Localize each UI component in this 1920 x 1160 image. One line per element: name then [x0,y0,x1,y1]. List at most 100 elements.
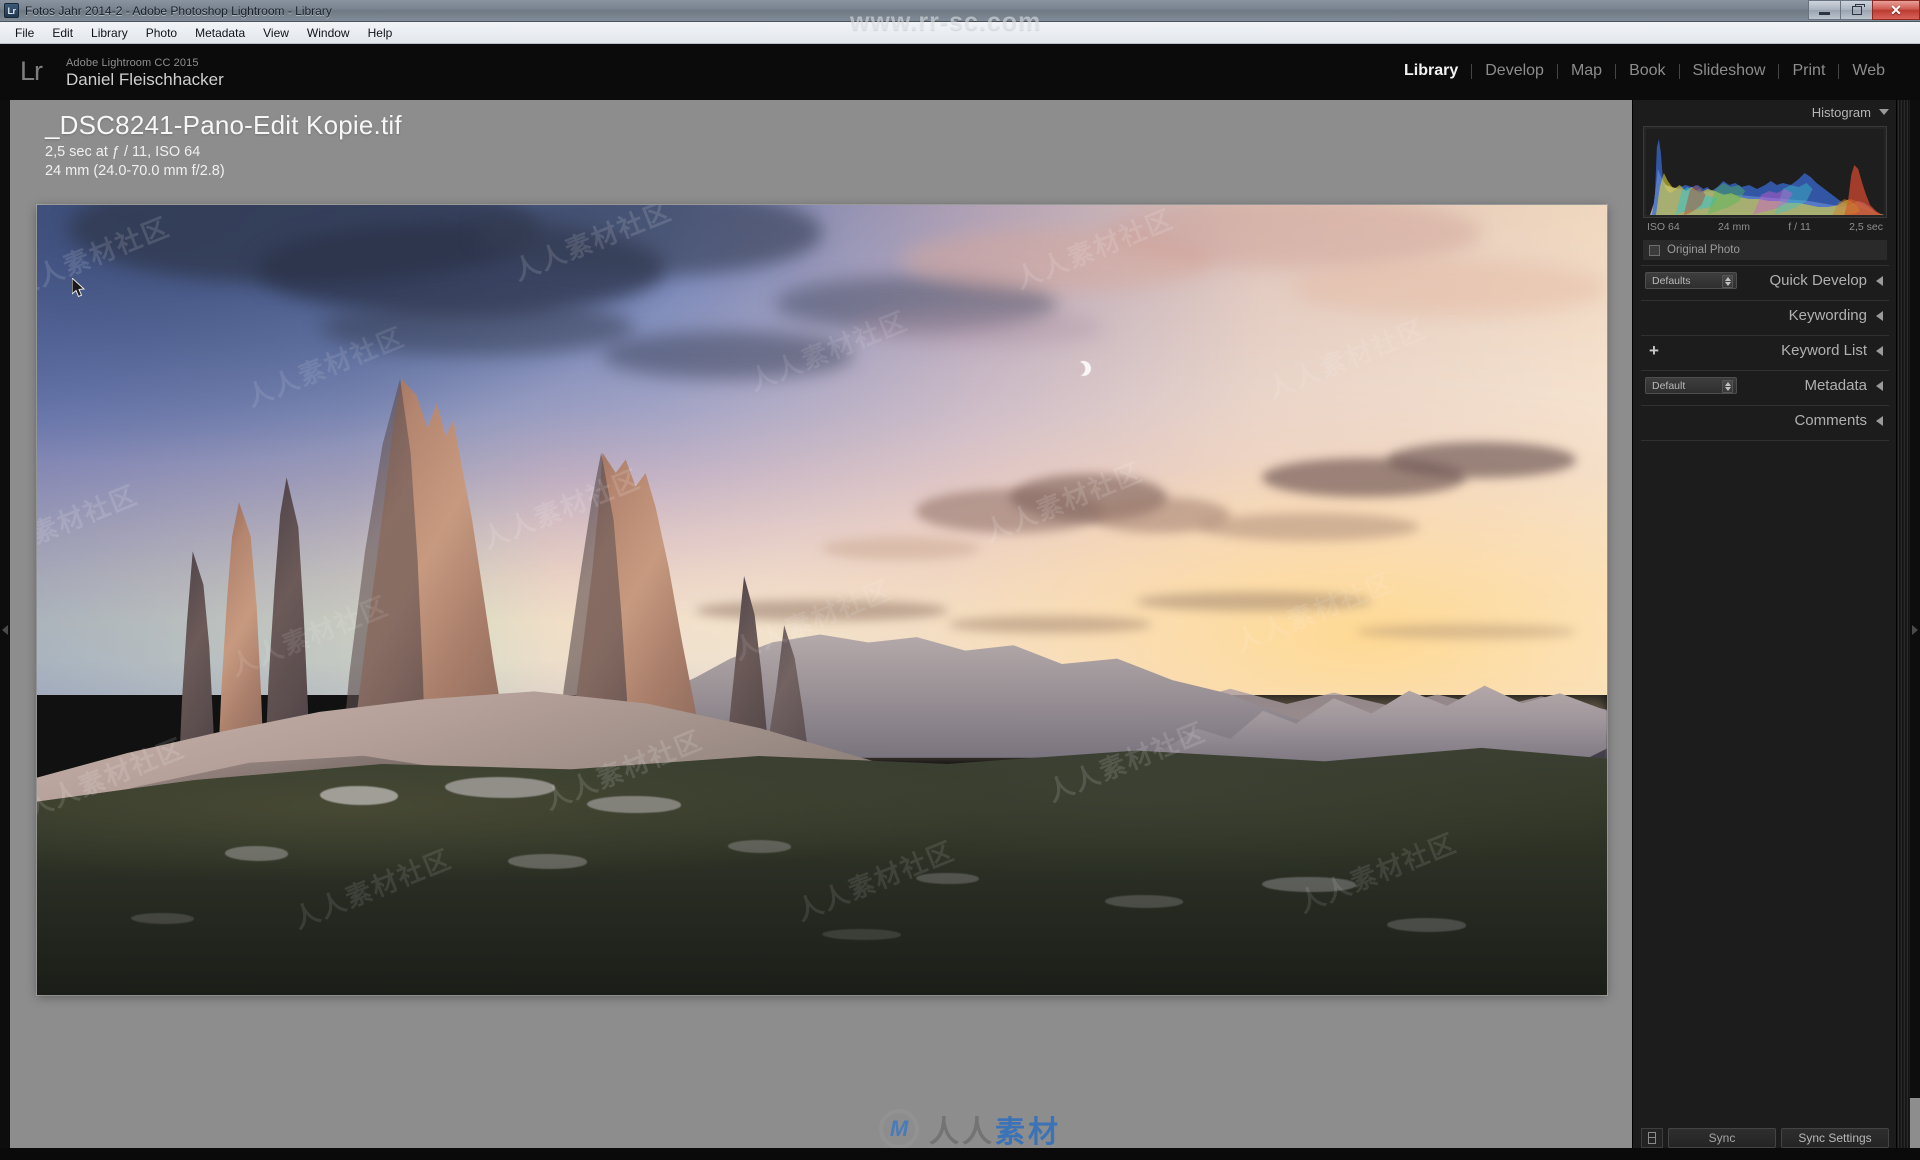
module-map[interactable]: Map [1558,62,1615,80]
histogram-panel[interactable] [1643,126,1887,218]
metadata-title: Metadata [1804,377,1867,394]
cloud [1136,592,1372,612]
rock [225,846,289,861]
lightroom-header: Lr Adobe Lightroom CC 2015 Daniel Fleisc… [0,44,1920,100]
menu-view[interactable]: View [254,24,298,42]
right-panel-toggle[interactable] [1910,100,1920,1160]
cloud [1387,442,1576,478]
main-content: _DSC8241-Pano-Edit Kopie.tif 2,5 sec at … [0,100,1920,1160]
histogram-title: Histogram [1811,104,1871,120]
cloud [853,307,1105,348]
maximize-button[interactable] [1840,0,1872,20]
quick-develop-preset-value: Defaults [1652,274,1691,287]
histogram-header[interactable]: Histogram [1633,100,1897,124]
cloud [319,299,634,356]
rock [445,776,556,798]
histogram-metadata: ISO 64 24 mm f / 11 2,5 sec [1643,221,1887,237]
histogram-aperture: f / 11 [1788,221,1811,233]
identity-plate: Adobe Lightroom CC 2015 Daniel Fleischha… [66,57,224,90]
watermark-m-icon: M [889,1116,909,1141]
panel-divider [1641,440,1889,441]
module-web[interactable]: Web [1839,62,1898,80]
photo-lens-info: 24 mm (24.0-70.0 mm f/2.8) [45,163,225,179]
menu-metadata[interactable]: Metadata [186,24,254,42]
cloud [1293,260,1607,316]
sync-button[interactable]: Sync [1668,1128,1776,1148]
lightroom-logo: Lr [20,56,43,86]
window-titlebar: Lr Fotos Jahr 2014-2 - Adobe Photoshop L… [0,0,1920,22]
window-controls: ✕ [1808,0,1920,21]
menu-library[interactable]: Library [82,24,137,42]
plus-icon[interactable]: + [1649,342,1659,359]
menu-help[interactable]: Help [359,24,402,42]
section-keyword-list[interactable]: + Keyword List [1641,336,1889,365]
menu-bar: File Edit Library Photo Metadata View Wi… [0,22,1920,44]
chevron-down-icon[interactable] [1879,109,1889,115]
menu-photo[interactable]: Photo [137,24,186,42]
histogram-focal: 24 mm [1717,221,1751,233]
window-title: Fotos Jahr 2014-2 - Adobe Photoshop Ligh… [25,3,332,18]
app-icon: Lr [4,3,19,18]
left-panel-toggle[interactable] [0,100,10,1160]
right-panel-scrollbar[interactable] [1896,100,1910,1160]
module-picker: Library Develop Map Book Slideshow Print… [1391,62,1898,80]
chevron-left-icon[interactable] [1876,275,1883,286]
chevron-left-icon[interactable] [1876,345,1883,356]
photo-frame[interactable]: 人人素材社区 人人素材社区 人人素材社区 人人素材社区 人人素材社区 人人素材社… [37,205,1607,995]
section-quick-develop[interactable]: Defaults Quick Develop [1641,266,1889,295]
module-library[interactable]: Library [1391,62,1471,80]
comments-title: Comments [1794,412,1867,429]
module-book[interactable]: Book [1616,62,1678,80]
close-icon: ✕ [1890,2,1902,18]
module-slideshow[interactable]: Slideshow [1680,62,1779,80]
chevron-left-icon[interactable] [1876,380,1883,391]
right-panel-body: Histogram ISO 64 24 mm f / 11 2,5 sec Or… [1633,100,1897,1160]
sync-mode-icon [1648,1132,1656,1144]
section-keywording[interactable]: Keywording [1641,301,1889,330]
chevron-left-icon[interactable] [1876,415,1883,426]
rock [508,854,587,869]
menu-window[interactable]: Window [298,24,359,42]
rock [1387,918,1466,932]
sync-mode-toggle[interactable] [1641,1128,1663,1148]
original-photo-row[interactable]: Original Photo [1643,240,1887,260]
minimize-icon [1819,12,1830,15]
original-photo-checkbox[interactable] [1649,244,1660,256]
module-print[interactable]: Print [1779,62,1838,80]
histogram-graph [1646,139,1884,215]
rock [131,912,194,924]
quick-develop-title: Quick Develop [1769,272,1867,289]
photo-exposure-info: 2,5 sec at ƒ / 11, ISO 64 [45,144,201,160]
minimize-button[interactable] [1808,0,1840,20]
section-comments[interactable]: Comments [1641,406,1889,435]
stepper-icon[interactable] [1722,275,1733,288]
keyword-list-title: Keyword List [1781,342,1867,359]
photo-info-overlay: _DSC8241-Pano-Edit Kopie.tif 2,5 sec at … [45,110,402,179]
rock [727,840,791,853]
menu-file[interactable]: File [6,24,43,42]
watermark-logo: M 人人素材 [879,1107,1061,1151]
chevron-right-icon [2,625,8,635]
close-button[interactable]: ✕ [1872,0,1920,20]
module-develop[interactable]: Develop [1472,62,1557,80]
chevron-left-icon[interactable] [1876,310,1883,321]
lightroom-window: Lr Fotos Jahr 2014-2 - Adobe Photoshop L… [0,0,1920,1160]
chevron-left-icon [1912,625,1918,635]
watermark-cn-text: 人人素材 [929,1107,1061,1151]
photo-filename: _DSC8241-Pano-Edit Kopie.tif [45,110,402,140]
stepper-icon[interactable] [1722,380,1733,393]
quick-develop-preset-select[interactable]: Defaults [1645,272,1737,289]
sync-settings-button[interactable]: Sync Settings [1781,1128,1889,1148]
menu-edit[interactable]: Edit [43,24,82,42]
right-panel: Histogram ISO 64 24 mm f / 11 2,5 sec Or… [1632,100,1910,1160]
product-name: Adobe Lightroom CC 2015 [66,57,199,69]
original-photo-label: Original Photo [1667,244,1740,256]
section-metadata[interactable]: Default Metadata [1641,371,1889,400]
metadata-preset-value: Default [1652,379,1686,392]
histogram-iso: ISO 64 [1647,221,1680,233]
histogram-shutter: 2,5 sec [1849,221,1883,233]
metadata-preset-select[interactable]: Default [1645,377,1737,394]
keywording-title: Keywording [1788,307,1867,324]
cloud [602,331,854,379]
bottom-edge [0,1148,1920,1160]
